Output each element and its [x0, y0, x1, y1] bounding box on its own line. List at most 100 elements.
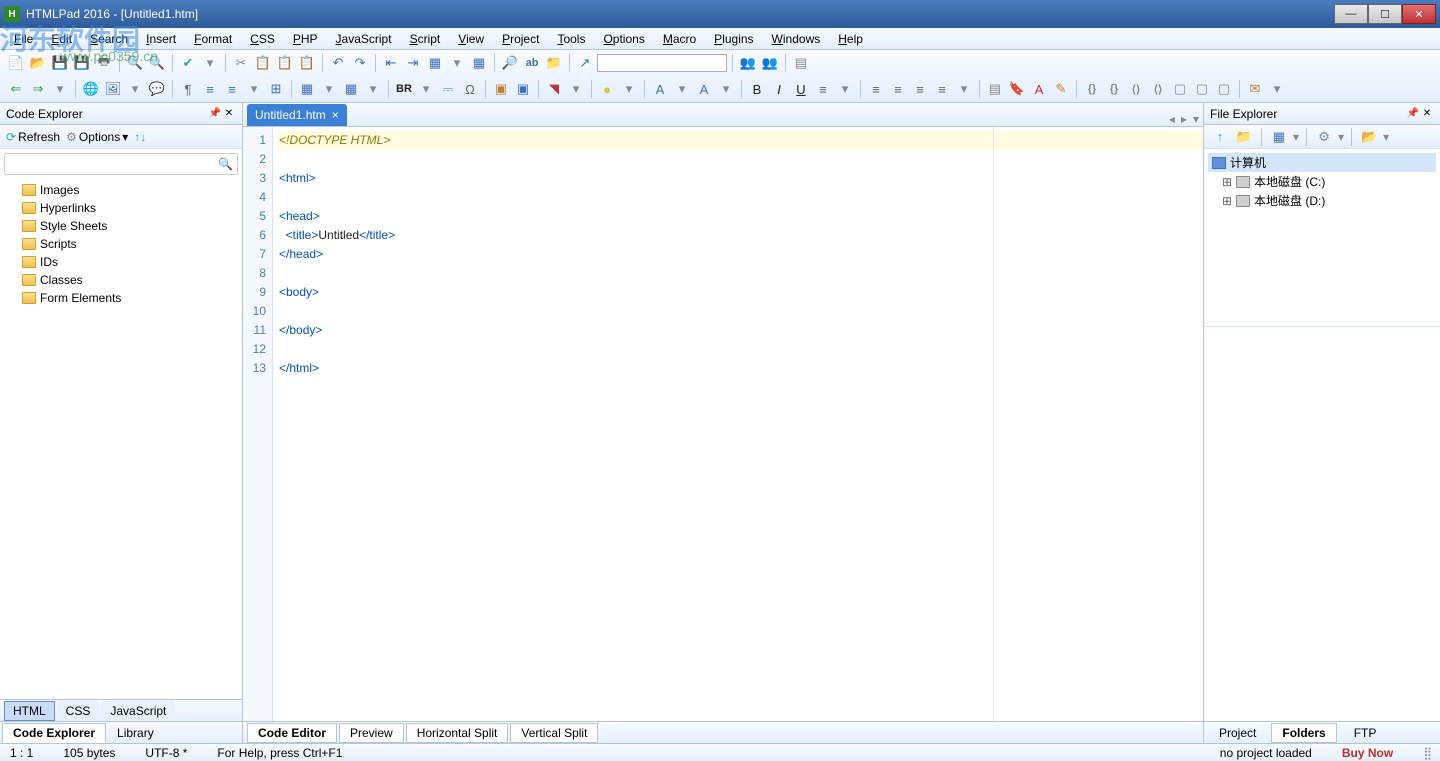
- toolbar-button[interactable]: A: [1029, 79, 1049, 99]
- tree-item[interactable]: Hyperlinks: [0, 199, 242, 217]
- tree-item[interactable]: Style Sheets: [0, 217, 242, 235]
- toolbar-button[interactable]: ●: [597, 79, 617, 99]
- expander-icon[interactable]: ⊞: [1222, 194, 1232, 208]
- drive-node[interactable]: ⊞本地磁盘 (C:): [1208, 172, 1436, 191]
- toolbar-button[interactable]: ▾: [50, 79, 70, 99]
- explorer-tab[interactable]: Folders: [1271, 723, 1336, 743]
- code-line[interactable]: [279, 188, 1203, 207]
- toolbar-button[interactable]: ▢: [1214, 79, 1234, 99]
- toolbar-button[interactable]: ↷: [350, 53, 370, 73]
- maximize-button[interactable]: ☐: [1368, 4, 1402, 24]
- code-line[interactable]: [279, 302, 1203, 321]
- code-line[interactable]: </head>: [279, 245, 1203, 264]
- toolbar-button[interactable]: ▾: [672, 79, 692, 99]
- toolbar-button[interactable]: ▾: [200, 53, 220, 73]
- view-tab[interactable]: Code Editor: [247, 723, 337, 743]
- toolbar-button[interactable]: ▾: [125, 79, 145, 99]
- folder-dropdown-icon[interactable]: 📂: [1359, 127, 1379, 147]
- toolbar-button[interactable]: 🖶: [94, 53, 114, 73]
- toolbar-button[interactable]: ↗: [575, 53, 595, 73]
- view-tab[interactable]: Horizontal Split: [406, 723, 509, 743]
- toolbar-button[interactable]: ▢: [1192, 79, 1212, 99]
- menu-script[interactable]: Script: [402, 30, 449, 48]
- code-content[interactable]: <!DOCTYPE HTML> <html> <head> <title>Unt…: [273, 127, 1203, 721]
- toolbar-button[interactable]: ab: [522, 53, 542, 73]
- toolbar-button[interactable]: ▦: [425, 53, 445, 73]
- toolbar-button[interactable]: ▾: [954, 79, 974, 99]
- toolbar-button[interactable]: ✔: [178, 53, 198, 73]
- close-button[interactable]: ✕: [1402, 4, 1436, 24]
- toolbar-button[interactable]: ✂: [231, 53, 251, 73]
- code-line[interactable]: <html>: [279, 169, 1203, 188]
- explorer-tab[interactable]: Project: [1208, 723, 1267, 743]
- menu-options[interactable]: Options: [595, 30, 652, 48]
- toolbar-button[interactable]: ▾: [619, 79, 639, 99]
- code-line[interactable]: </body>: [279, 321, 1203, 340]
- tree-item[interactable]: Form Elements: [0, 289, 242, 307]
- options-button[interactable]: ⚙ Options ▾: [66, 130, 128, 144]
- toolbar-button[interactable]: ≡: [813, 79, 833, 99]
- settings-icon[interactable]: ⚙: [1314, 127, 1334, 147]
- menu-format[interactable]: Format: [186, 30, 240, 48]
- toolbar-button[interactable]: 📋: [275, 53, 295, 73]
- code-line[interactable]: </html>: [279, 359, 1203, 378]
- toolbar-button[interactable]: ≡: [910, 79, 930, 99]
- code-line[interactable]: <!DOCTYPE HTML>: [279, 131, 1203, 150]
- toolbar-button[interactable]: ▤: [791, 53, 811, 73]
- menu-edit[interactable]: Edit: [43, 30, 80, 48]
- tab-menu-icon[interactable]: ▾: [1193, 112, 1199, 126]
- toolbar-button[interactable]: 🖼: [103, 79, 123, 99]
- minimize-button[interactable]: —: [1334, 4, 1368, 24]
- toolbar-button[interactable]: ▾: [716, 79, 736, 99]
- menu-macro[interactable]: Macro: [655, 30, 704, 48]
- pin-icon[interactable]: 📌: [208, 107, 222, 121]
- panel-tab[interactable]: Code Explorer: [2, 723, 106, 743]
- tree-item[interactable]: Images: [0, 181, 242, 199]
- menu-help[interactable]: Help: [830, 30, 871, 48]
- toolbar-button[interactable]: 📄: [6, 53, 26, 73]
- toolbar-button[interactable]: ¶: [178, 79, 198, 99]
- sort-button[interactable]: ↑↓: [134, 130, 146, 144]
- code-editor[interactable]: 12345678910111213 <!DOCTYPE HTML> <html>…: [243, 127, 1203, 721]
- toolbar-button[interactable]: 📋: [253, 53, 273, 73]
- toolbar-button[interactable]: U: [791, 79, 811, 99]
- menu-plugins[interactable]: Plugins: [706, 30, 761, 48]
- toolbar-button[interactable]: ≡: [222, 79, 242, 99]
- code-line[interactable]: <body>: [279, 283, 1203, 302]
- tree-item[interactable]: Scripts: [0, 235, 242, 253]
- toolbar-button[interactable]: 📁: [544, 53, 564, 73]
- tab-nav-prev-icon[interactable]: ◂: [1169, 112, 1175, 126]
- toolbar-button[interactable]: BR: [394, 79, 414, 99]
- panel-tab[interactable]: Library: [106, 723, 165, 743]
- mode-tab-css[interactable]: CSS: [57, 701, 100, 721]
- editor-tab[interactable]: Untitled1.htm ×: [247, 104, 347, 126]
- toolbar-button[interactable]: 📂: [28, 53, 48, 73]
- menu-project[interactable]: Project: [494, 30, 547, 48]
- toolbar-button[interactable]: {}: [1082, 79, 1102, 99]
- toolbar-button[interactable]: {}: [1104, 79, 1124, 99]
- toolbar-button[interactable]: 🔍: [125, 53, 145, 73]
- menu-windows[interactable]: Windows: [764, 30, 829, 48]
- toolbar-button[interactable]: I: [769, 79, 789, 99]
- toolbar-button[interactable]: ✉: [1245, 79, 1265, 99]
- toolbar-button[interactable]: ⇥: [403, 53, 423, 73]
- toolbar-button[interactable]: ▾: [1267, 79, 1287, 99]
- toolbar-button[interactable]: ▦: [469, 53, 489, 73]
- toolbar-button[interactable]: 💾: [72, 53, 92, 73]
- menu-view[interactable]: View: [450, 30, 492, 48]
- code-line[interactable]: [279, 264, 1203, 283]
- toolbar-button[interactable]: ↶: [328, 53, 348, 73]
- pin-icon[interactable]: 📌: [1406, 107, 1420, 121]
- toolbar-button[interactable]: ▾: [566, 79, 586, 99]
- view-mode-icon[interactable]: ▦: [1269, 127, 1289, 147]
- toolbar-button[interactable]: ⟨⟩: [1148, 79, 1168, 99]
- view-tab[interactable]: Preview: [339, 723, 404, 743]
- toolbar-button[interactable]: ≡: [866, 79, 886, 99]
- toolbar-button[interactable]: ≡: [888, 79, 908, 99]
- toolbar-button[interactable]: ▾: [447, 53, 467, 73]
- toolbar-button[interactable]: ≡: [932, 79, 952, 99]
- menu-javascript[interactable]: JavaScript: [328, 30, 400, 48]
- mode-tab-javascript[interactable]: JavaScript: [101, 701, 175, 721]
- resize-grip[interactable]: ⣿: [1423, 746, 1430, 760]
- toolbar-button[interactable]: ▣: [491, 79, 511, 99]
